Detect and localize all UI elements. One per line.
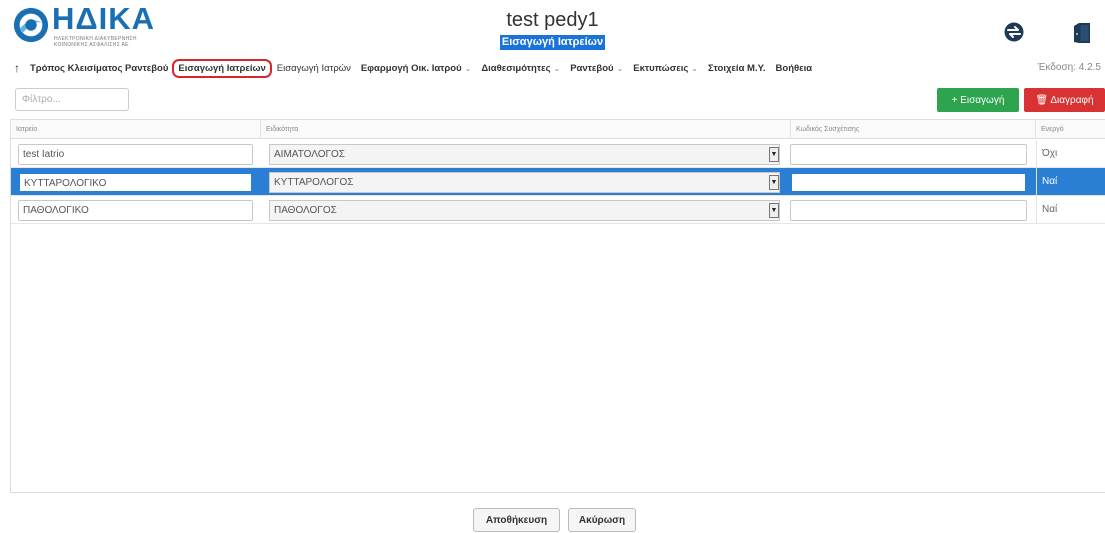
table-row[interactable]: test Iatrio ΑΙΜΑΤΟΛΟΓΟΣ ▼ Όχι xyxy=(11,140,1105,168)
menu-item-availability[interactable]: Διαθεσιμότητες ⌄ xyxy=(481,63,560,74)
clinic-name-input[interactable]: test Iatrio xyxy=(18,144,253,165)
menu-item-prints[interactable]: Εκτυπώσεις ⌄ xyxy=(633,63,698,74)
table-row[interactable]: ΠΑΘΟΛΟΓΙΚΟ ΠΑΘΟΛΟΓΟΣ ▼ Ναί xyxy=(11,196,1105,224)
menu-item-label: Τρόπος Κλεισίματος Ραντεβού xyxy=(30,62,169,74)
specialty-select[interactable]: ΠΑΘΟΛΟΓΟΣ ▼ xyxy=(269,200,780,221)
add-button[interactable]: + Εισαγωγή xyxy=(937,88,1019,112)
swap-icon[interactable] xyxy=(1004,22,1024,42)
chevron-down-icon: ⌄ xyxy=(616,63,624,73)
clinic-name-input[interactable]: ΚΥΤΤΑΡΟΛΟΓΙΚΟ xyxy=(18,172,253,193)
active-value: Ναί xyxy=(1036,196,1105,224)
menu-item-unit-info[interactable]: Στοιχεία Μ.Υ. xyxy=(708,63,766,74)
up-arrow-icon[interactable]: ↑ xyxy=(14,61,20,75)
menu-item-label: Στοιχεία Μ.Υ. xyxy=(708,62,766,74)
menu-item-clinics-entry[interactable]: Εισαγωγή Ιατρείων xyxy=(172,58,272,78)
column-header-specialty[interactable]: Ειδικότητα xyxy=(261,120,791,139)
specialty-value: ΑΙΜΑΤΟΛΟΓΟΣ xyxy=(274,149,345,160)
exit-door-icon[interactable] xyxy=(1073,22,1091,44)
specialty-value: ΠΑΘΟΛΟΓΟΣ xyxy=(274,205,337,216)
dropdown-arrow-icon[interactable]: ▼ xyxy=(769,147,779,162)
dropdown-arrow-icon[interactable]: ▼ xyxy=(769,175,779,190)
table-row-selected[interactable]: ΚΥΤΤΑΡΟΛΟΓΙΚΟ ΚΥΤΤΑΡΟΛΟΓΟΣ ▼ Ναί xyxy=(11,168,1105,196)
dropdown-arrow-icon[interactable]: ▼ xyxy=(769,203,779,218)
menu-item-label: Βοήθεια xyxy=(775,62,813,74)
grid-header: Ιατρείο Ειδικότητα Κωδικός Συσχέτισης Εν… xyxy=(11,119,1105,139)
menu-item-label: Εισαγωγή Ιατρείων xyxy=(178,62,266,74)
save-button[interactable]: Αποθήκευση xyxy=(473,508,560,532)
page-subtitle: Εισαγωγή Ιατρείων xyxy=(499,35,606,50)
main-menu: ↑ Τρόπος Κλεισίματος Ραντεβού Εισαγωγή Ι… xyxy=(14,58,822,78)
chevron-down-icon: ⌄ xyxy=(553,63,561,73)
menu-item-help[interactable]: Βοήθεια xyxy=(776,63,813,74)
menu-item-label: Εφαρμογή Οικ. Ιατρού xyxy=(360,62,462,74)
clinics-grid: Ιατρείο Ειδικότητα Κωδικός Συσχέτισης Εν… xyxy=(10,119,1105,493)
chevron-down-icon: ⌄ xyxy=(691,63,698,73)
specialty-value: ΚΥΤΤΑΡΟΛΟΓΟΣ xyxy=(274,177,354,188)
app-title: test pedy1 xyxy=(506,9,599,31)
specialty-select[interactable]: ΑΙΜΑΤΟΛΟΓΟΣ ▼ xyxy=(269,144,780,165)
active-value: Ναί xyxy=(1036,168,1105,196)
association-code-input[interactable] xyxy=(790,144,1027,165)
menu-item-family-doctor[interactable]: Εφαρμογή Οικ. Ιατρού ⌄ xyxy=(361,63,471,74)
filter-input[interactable] xyxy=(15,88,129,111)
menu-item-appointment-closing[interactable]: Τρόπος Κλεισίματος Ραντεβού xyxy=(30,63,168,74)
active-value: Όχι xyxy=(1036,140,1105,168)
association-code-input[interactable] xyxy=(790,200,1027,221)
cancel-button[interactable]: Ακύρωση xyxy=(568,508,636,532)
menu-item-label: Εισαγωγή Ιατρών xyxy=(276,62,351,74)
column-header-code[interactable]: Κωδικός Συσχέτισης xyxy=(791,120,1036,139)
column-header-active[interactable]: Ενεργό xyxy=(1036,120,1105,139)
menu-item-appointments[interactable]: Ραντεβού ⌄ xyxy=(570,63,623,74)
header: ΗΔΙΚΑ ΗΛΕΚΤΡΟΝΙΚΗ ΔΙΑΚΥΒΕΡΝΗΣΗ ΚΟΙΝΩΝΙΚΗ… xyxy=(0,0,1105,60)
menu-item-label: Διαθεσιμότητες xyxy=(481,62,551,74)
menu-item-label: Ραντεβού xyxy=(570,62,614,74)
app-window: ΗΔΙΚΑ ΗΛΕΚΤΡΟΝΙΚΗ ΔΙΑΚΥΒΕΡΝΗΣΗ ΚΟΙΝΩΝΙΚΗ… xyxy=(0,0,1105,533)
menu-item-label: Εκτυπώσεις xyxy=(633,62,689,74)
association-code-input[interactable] xyxy=(790,172,1027,193)
specialty-select[interactable]: ΚΥΤΤΑΡΟΛΟΓΟΣ ▼ xyxy=(269,172,780,193)
chevron-down-icon: ⌄ xyxy=(464,63,472,73)
column-header-clinic[interactable]: Ιατρείο xyxy=(11,120,261,139)
delete-button[interactable]: 🗑 Διαγραφή xyxy=(1024,88,1105,112)
clinic-name-input[interactable]: ΠΑΘΟΛΟΓΙΚΟ xyxy=(18,200,253,221)
menu-item-doctors-entry[interactable]: Εισαγωγή Ιατρών xyxy=(277,63,351,74)
title-block: test pedy1 Εισαγωγή Ιατρείων xyxy=(0,8,1105,50)
version-label: Έκδοση: 4.2.5 xyxy=(1037,62,1101,73)
